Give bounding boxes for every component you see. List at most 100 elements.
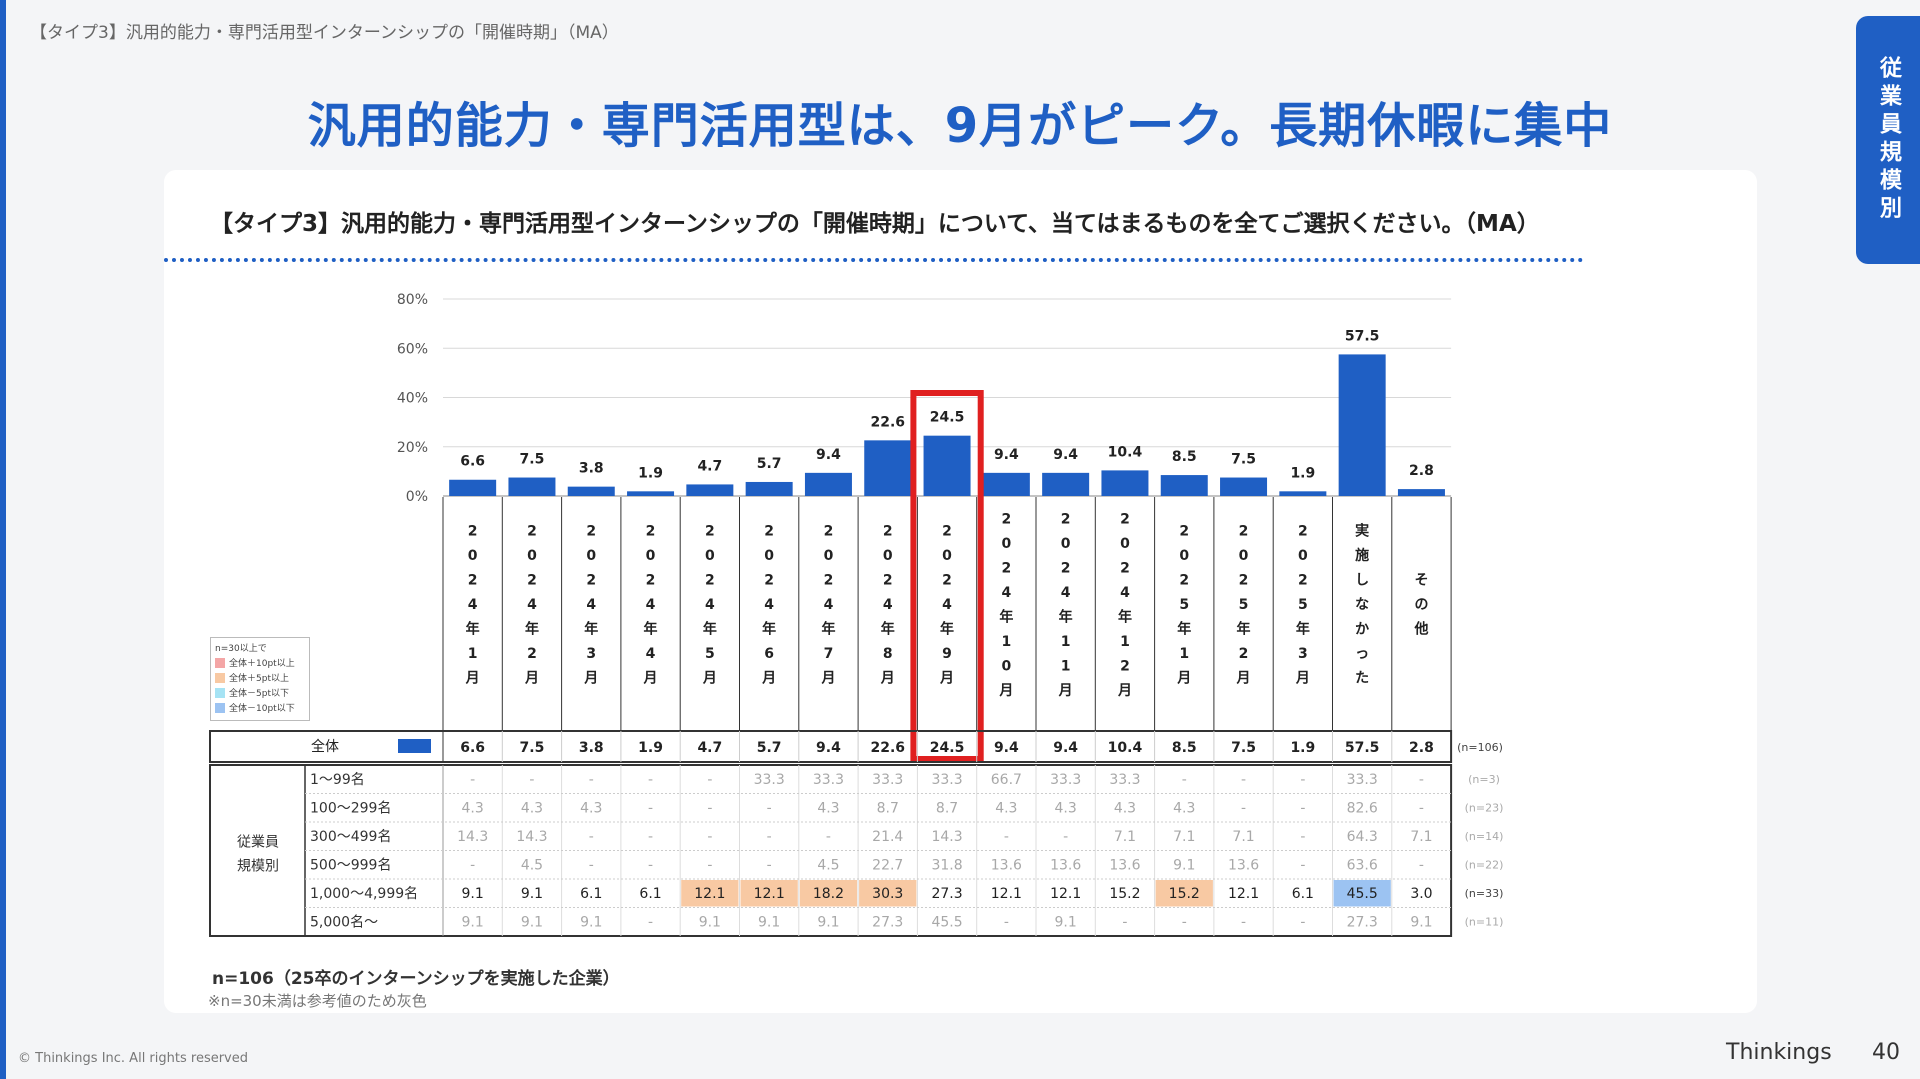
table-cell: 9.1	[580, 915, 602, 931]
table-cell: 12.1	[1228, 886, 1259, 902]
table-cell: 8.7	[877, 801, 899, 817]
table-cell: 6.1	[580, 886, 602, 902]
bar	[1160, 475, 1208, 496]
total-cell: 6.6	[460, 740, 485, 756]
table-cell: 6.1	[1292, 886, 1314, 902]
table-cell: 6.1	[639, 886, 661, 902]
bar-value-label: 3.8	[579, 461, 604, 477]
total-cell: 5.7	[757, 740, 782, 756]
bar	[982, 472, 1030, 496]
table-cell: -	[1419, 801, 1424, 817]
table-cell: 7.1	[1114, 829, 1136, 845]
table-cell: -	[648, 772, 653, 788]
bar	[508, 477, 556, 496]
y-tick-label: 0%	[406, 489, 428, 505]
category-label: 2024年5月	[702, 524, 717, 687]
table-cell: 13.6	[1228, 858, 1259, 874]
table-cell: 9.1	[817, 915, 839, 931]
table-cell: 7.1	[1410, 829, 1432, 845]
table-cell: 14.3	[516, 829, 547, 845]
total-cell: 7.5	[520, 740, 545, 756]
table-cell: 33.3	[813, 772, 844, 788]
table-cell: 18.2	[813, 886, 844, 902]
total-cell: 3.8	[579, 740, 604, 756]
table-cell: -	[589, 772, 594, 788]
table-cell: -	[589, 829, 594, 845]
table-cell: 15.2	[1109, 886, 1140, 902]
table-cell: 63.6	[1347, 858, 1378, 874]
table-cell: 22.7	[872, 858, 903, 874]
table-cell: -	[1004, 829, 1009, 845]
highlight-legend: n=30以上で 全体＋10pt以上 全体＋5pt以上 全体－5pt以下 全体－1…	[210, 637, 310, 721]
bar-value-label: 4.7	[697, 458, 722, 474]
category-label: 実施しなかった	[1355, 523, 1369, 687]
table-cell: 33.3	[1050, 772, 1081, 788]
bar-value-label: 1.9	[1290, 465, 1315, 481]
table-cell: 4.3	[817, 801, 839, 817]
row-label: 300～499名	[310, 829, 391, 845]
row-n: (n=22)	[1465, 859, 1504, 872]
bar	[923, 435, 971, 496]
total-cell: 9.4	[1053, 740, 1078, 756]
table-cell: 8.7	[936, 801, 958, 817]
table-cell: -	[1241, 915, 1246, 931]
table-cell: 27.3	[872, 915, 903, 931]
category-label: 2024年9月	[939, 524, 954, 687]
table-cell: 12.1	[1050, 886, 1081, 902]
bar-value-label: 24.5	[930, 410, 965, 426]
table-cell: 33.3	[754, 772, 785, 788]
table-cell: 82.6	[1347, 801, 1378, 817]
bar-value-label: 57.5	[1345, 328, 1380, 344]
total-cell: 57.5	[1345, 740, 1380, 756]
total-cell: 9.4	[994, 740, 1019, 756]
legend-item: 全体＋10pt以上	[215, 655, 305, 670]
row-n: (n=14)	[1465, 830, 1504, 843]
total-cell: 22.6	[870, 740, 905, 756]
table-cell: -	[1300, 829, 1305, 845]
table-cell: 9.1	[1055, 915, 1077, 931]
table-cell: -	[1300, 858, 1305, 874]
total-cell: 2.8	[1409, 740, 1434, 756]
table-cell: -	[707, 772, 712, 788]
row-label: 100～299名	[310, 801, 391, 817]
table-cell: -	[767, 858, 772, 874]
bar	[1042, 472, 1090, 496]
table-cell: -	[1241, 801, 1246, 817]
table-cell: 4.3	[1055, 801, 1077, 817]
category-label: 2024年1月	[465, 524, 480, 687]
table-cell: 9.1	[462, 886, 484, 902]
table-cell: 33.3	[1347, 772, 1378, 788]
table-cell: -	[707, 801, 712, 817]
legend-item: 全体＋5pt以上	[215, 670, 305, 685]
bar-value-label: 22.6	[870, 414, 905, 430]
table-cell: -	[648, 829, 653, 845]
table-cell: 30.3	[872, 886, 903, 902]
row-label: 5,000名～	[310, 915, 378, 931]
bar-value-label: 8.5	[1172, 449, 1197, 465]
table-cell: 13.6	[1050, 858, 1081, 874]
table-cell: -	[470, 858, 475, 874]
legend-swatch	[215, 702, 225, 713]
legend-item: 全体－10pt以下	[215, 700, 305, 715]
legend-title: n=30以上で	[215, 644, 267, 654]
table-cell: -	[826, 829, 831, 845]
category-label: 2025年3月	[1295, 524, 1310, 687]
category-label: 2024年8月	[880, 524, 895, 687]
table-cell: -	[1004, 915, 1009, 931]
category-label: 2024年6月	[761, 524, 776, 687]
table-cell: 3.0	[1410, 886, 1432, 902]
table-cell: -	[767, 829, 772, 845]
legend-swatch	[215, 687, 225, 698]
table-cell: -	[1182, 915, 1187, 931]
table-cell: 12.1	[991, 886, 1022, 902]
table-cell: -	[1300, 801, 1305, 817]
total-cell: 1.9	[638, 740, 663, 756]
table-cell: 4.3	[1114, 801, 1136, 817]
bar-value-label: 2.8	[1409, 463, 1434, 479]
bar-value-label: 10.4	[1108, 444, 1143, 460]
table-cell: -	[1300, 772, 1305, 788]
table-cell: 27.3	[931, 886, 962, 902]
sample-size-note: n=106（25卒のインターンシップを実施した企業）	[212, 969, 620, 989]
table-cell: 9.1	[521, 886, 543, 902]
table-cell: 13.6	[1109, 858, 1140, 874]
